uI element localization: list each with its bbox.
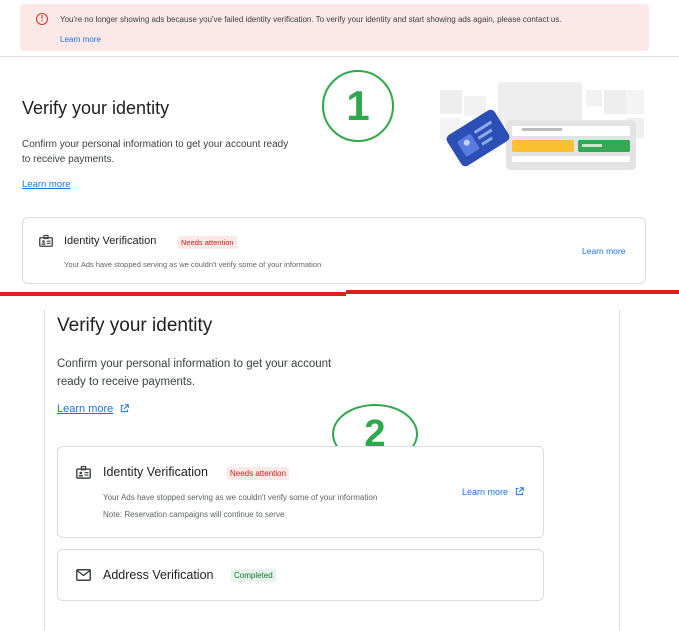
divider [0,56,679,57]
card-subtitle: Your Ads have stopped serving as we coul… [64,260,322,269]
panel-border [44,310,45,631]
card-title: Identity Verification [64,235,157,247]
card-title: Address Verification [103,568,214,582]
page-title: Verify your identity [57,315,213,336]
card-note: Note: Reservation campaigns will continu… [103,510,285,519]
id-card-icon [39,235,53,247]
learn-more-link[interactable]: Learn more [582,246,625,256]
learn-more-link[interactable]: Learn more [462,487,524,497]
status-badge: Needs attention [227,467,290,480]
page-description: Confirm your personal information to get… [57,358,332,388]
banner-learn-more-link[interactable]: Learn more [60,35,101,44]
identity-verification-card[interactable]: Identity Verification Needs attention Yo… [57,446,544,538]
banner-message: You're no longer showing ads because you… [60,15,562,24]
separator-line [346,290,679,294]
page-title: Verify your identity [22,98,170,118]
learn-more-link[interactable]: Learn more [57,403,130,415]
separator-line [0,292,346,296]
card-subtitle: Your Ads have stopped serving as we coul… [103,493,378,502]
external-link-icon [515,487,524,496]
step-annotation-1: 1 [322,70,394,142]
identity-verification-card[interactable]: Identity Verification Needs attention Yo… [22,217,646,284]
id-card-icon [76,466,91,479]
panel-border [619,310,620,631]
verification-illustration [440,82,644,170]
alert-circle-icon: ! [36,13,48,25]
external-link-icon [121,404,130,413]
learn-more-link[interactable]: Learn more [22,179,71,190]
mail-icon [76,569,91,581]
status-badge: Needs attention [178,236,237,249]
learn-more-label: Learn more [462,487,509,497]
address-verification-card[interactable]: Address Verification Completed [57,549,544,601]
error-banner: ! You're no longer showing ads because y… [20,4,649,51]
status-badge: Completed [231,569,276,582]
page-description: Confirm your personal information to get… [22,139,289,165]
learn-more-label: Learn more [57,403,114,415]
card-title: Identity Verification [103,465,208,479]
